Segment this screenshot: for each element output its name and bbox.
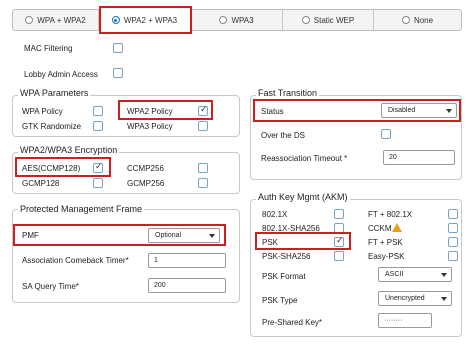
highlight-frame <box>118 100 213 120</box>
radio-icon <box>219 16 228 24</box>
reassociation-timeout-label: Reassociation Timeout * <box>261 154 348 163</box>
mode-wpa-wpa2-option[interactable]: WPA + WPA2 <box>13 9 99 31</box>
mode-label: Static WEP <box>313 15 355 25</box>
akm-8021x-checkbox[interactable] <box>334 209 344 219</box>
akm-ft-8021x-label: FT + 802.1X <box>368 210 413 219</box>
wpa3-policy-label: WPA3 Policy <box>127 122 173 131</box>
mac-filtering-checkbox[interactable] <box>113 43 123 53</box>
comeback-timer-value: 1 <box>154 257 158 264</box>
sa-query-time-label: SA Query Time* <box>22 282 79 291</box>
mode-none-option[interactable]: None <box>374 9 461 31</box>
psk-type-value: Unencrypted <box>385 295 425 302</box>
pmf-value: Optional <box>155 232 182 239</box>
pmf-label: PMF <box>22 231 39 240</box>
ccmp256-checkbox[interactable] <box>198 163 208 173</box>
wpa-parameters-title: WPA Parameters <box>18 88 91 98</box>
highlight-frame <box>99 6 192 34</box>
akm-psk-sha256-checkbox[interactable] <box>334 251 344 261</box>
gtk-randomize-checkbox[interactable] <box>93 121 103 131</box>
mac-filtering-label: MAC Filtering <box>24 44 73 53</box>
wpa3-policy-checkbox[interactable] <box>198 121 208 131</box>
reassociation-timeout-value: 20 <box>389 154 397 161</box>
akm-easy-psk-label: Easy-PSK <box>368 252 405 261</box>
over-ds-label: Over the DS <box>261 131 306 140</box>
lobby-admin-access-checkbox[interactable] <box>113 68 123 78</box>
ft-status-dropdown[interactable]: Disabled <box>381 103 457 118</box>
wpa-policy-label: WPA Policy <box>22 107 63 116</box>
akm-ft-psk-label: FT + PSK <box>368 238 403 247</box>
warning-icon <box>392 223 402 232</box>
gcmp128-checkbox[interactable] <box>93 178 103 188</box>
highlight-frame <box>15 157 111 177</box>
lobby-admin-access-label: Lobby Admin Access <box>24 70 98 79</box>
radio-icon <box>25 16 34 24</box>
radio-icon <box>301 16 310 24</box>
akm-8021x-label: 802.1X <box>262 210 288 219</box>
gcmp128-label: GCMP128 <box>22 179 60 188</box>
comeback-timer-label: Association Comeback Timer* <box>22 256 129 265</box>
akm-cckm-checkbox[interactable] <box>448 223 458 233</box>
akm-psk-checkbox[interactable] <box>334 236 344 247</box>
akm-ft-psk-checkbox[interactable] <box>448 237 458 247</box>
chevron-down-icon <box>209 234 215 238</box>
pmf-dropdown[interactable]: Optional <box>148 228 220 243</box>
chevron-down-icon <box>441 273 447 277</box>
radio-icon <box>401 16 410 24</box>
comeback-timer-input[interactable]: 1 <box>148 253 226 268</box>
fast-transition-title: Fast Transition <box>256 88 320 98</box>
akm-psk-label: PSK <box>262 238 279 247</box>
ccmp256-label: CCMP256 <box>127 164 164 173</box>
mode-label: WPA + WPA2 <box>37 15 86 25</box>
pmf-title: Protected Management Frame <box>18 204 145 214</box>
psk-type-label: PSK Type <box>262 296 298 305</box>
psk-format-value: ASCII <box>385 271 404 278</box>
mode-static-wep-option[interactable]: Static WEP <box>283 9 374 31</box>
ft-status-label: Status <box>261 107 284 116</box>
ft-status-value: Disabled <box>388 107 416 114</box>
gcmp256-label: GCMP256 <box>127 179 165 188</box>
wpa-policy-checkbox[interactable] <box>93 106 103 116</box>
mode-wpa3-option[interactable]: WPA3 <box>191 9 283 31</box>
encryption-title: WPA2/WPA3 Encryption <box>18 145 120 155</box>
preshared-key-label: Pre-Shared Key* <box>262 318 323 327</box>
psk-type-dropdown[interactable]: Unencrypted <box>378 291 452 306</box>
psk-format-dropdown[interactable]: ASCII <box>378 267 452 282</box>
gcmp256-checkbox[interactable] <box>198 178 208 188</box>
preshared-key-value: ········ <box>384 317 403 324</box>
akm-cckm-label: CCKM <box>368 224 392 233</box>
akm-ft-8021x-checkbox[interactable] <box>448 209 458 219</box>
sa-query-time-value: 200 <box>154 282 166 289</box>
akm-psk-sha256-label: PSK-SHA256 <box>262 252 311 261</box>
psk-format-label: PSK Format <box>262 272 306 281</box>
akm-easy-psk-checkbox[interactable] <box>448 251 458 261</box>
gtk-randomize-label: GTK Randomize <box>22 122 82 131</box>
chevron-down-icon <box>441 297 447 301</box>
akm-title: Auth Key Mgmt (AKM) <box>256 192 350 202</box>
mode-label: WPA3 <box>231 15 254 25</box>
chevron-down-icon <box>446 109 452 113</box>
sa-query-time-input[interactable]: 200 <box>148 278 226 293</box>
mode-label: None <box>413 15 434 25</box>
over-ds-checkbox[interactable] <box>381 129 391 139</box>
reassociation-timeout-input[interactable]: 20 <box>383 150 455 165</box>
preshared-key-input[interactable]: ········ <box>378 313 432 328</box>
